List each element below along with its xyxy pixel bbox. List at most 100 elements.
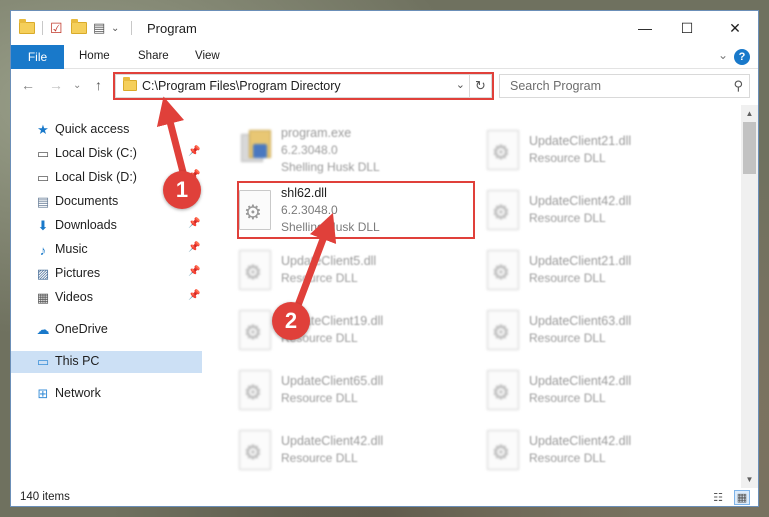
ribbon-tabs: File Home Share View ⌄ ? [11,45,758,69]
pin-icon[interactable]: 📌 [188,146,200,157]
file-name: UpdateClient42.dll [529,374,632,388]
sidebar-item-label: Quick access [55,122,130,136]
recent-locations-button[interactable]: ⌄ [73,80,81,91]
sidebar-item-quick-access[interactable]: ★ Quick access [11,119,202,141]
large-icons-view-icon[interactable]: ▦ [734,490,750,505]
new-folder-icon[interactable] [71,19,87,37]
pin-icon[interactable]: 📌 [188,290,200,301]
file-description: Resource DLL [281,271,358,285]
tab-file[interactable]: File [11,45,64,69]
callout-badge-1: 1 [163,171,201,209]
pictures-icon: ▨ [36,266,50,281]
file-description: Resource DLL [281,451,358,465]
pin-icon[interactable]: 📌 [188,242,200,253]
sidebar-item-label: Music [55,242,88,256]
onedrive-icon: ☁ [36,322,50,337]
scroll-down-icon[interactable]: ▼ [741,471,758,488]
maximize-button[interactable]: ☐ [664,11,710,45]
folder-icon [19,19,35,37]
sidebar-item-music[interactable]: ♪ Music 📌 [11,239,202,261]
properties-icon[interactable]: ☑ [50,19,63,37]
close-button[interactable]: ✕ [712,11,758,45]
vertical-scrollbar[interactable]: ▲ ▼ [741,105,758,488]
drive-icon: ▭ [36,170,50,185]
file-description: Shelling Husk DLL [281,160,380,174]
music-icon: ♪ [39,242,47,258]
file-item[interactable]: UpdateClient42.dll Resource DLL [468,361,703,419]
sidebar-item-label: Local Disk (D:) [55,170,137,184]
file-name: UpdateClient21.dll [529,254,632,268]
file-item[interactable]: UpdateClient42.dll Resource DLL [220,421,455,479]
file-item[interactable]: UpdateClient63.dll Resource DLL [468,301,703,359]
dll-file-icon [239,430,271,470]
videos-icon: ▦ [36,290,50,305]
sidebar-item-network[interactable]: ⊞ Network [11,383,202,405]
file-name: program.exe [281,126,352,140]
file-item[interactable]: UpdateClient19.dllResource DLL [220,301,455,359]
forward-button[interactable]: → [49,77,63,93]
scroll-thumb[interactable] [743,122,756,174]
callout-badge-2: 2 [272,302,310,340]
search-placeholder: Search Program [510,79,602,93]
dll-file-icon [487,190,519,230]
sidebar-item-label: Videos [55,290,93,304]
tab-view[interactable]: View [195,50,220,62]
sidebar-item-pictures[interactable]: ▨ Pictures 📌 [11,263,202,285]
dll-file-icon [487,130,519,170]
sidebar-item-onedrive[interactable]: ☁ OneDrive [11,319,202,341]
tab-home[interactable]: Home [79,50,110,62]
window-title: Program [147,21,197,36]
customize-dropdown-icon[interactable]: ⌄ [111,19,119,37]
minimize-button[interactable]: — [622,11,668,45]
up-button[interactable]: ↑ [95,77,102,93]
network-icon: ⊞ [37,386,49,401]
dll-file-icon [239,310,271,350]
sidebar-item-label: OneDrive [55,322,108,336]
dll-file-icon [239,370,271,410]
file-description: Resource DLL [529,391,606,405]
ribbon-expand-icon[interactable]: ⌄ [718,48,728,62]
file-name: UpdateClient42.dll [529,194,632,208]
navigation-bar: ← → ⌄ ↑ C:\Program Files\Program Directo… [11,69,758,105]
sidebar-item-label: This PC [55,354,100,368]
file-name: UpdateClient42.dll [529,434,632,448]
dll-file-icon [487,250,519,290]
tab-share[interactable]: Share [138,50,169,62]
status-bar: 140 items ☷ ▦ [11,488,758,506]
help-icon[interactable]: ? [734,49,750,65]
file-item[interactable]: UpdateClient21.dll Resource DLL [468,241,703,299]
dll-file-icon [239,250,271,290]
file-item[interactable]: UpdateClient42.dll Resource DLL [468,421,703,479]
navigation-pane: ★ Quick access ▭ Local Disk (C:) 📌 ▭ Local Dis… [11,105,202,488]
sidebar-item-videos[interactable]: ▦ Videos 📌 [11,287,202,309]
sidebar-item-this-pc[interactable]: ▭ This PC [11,351,202,373]
file-item[interactable]: UpdateClient65.dll Resource DLL [220,361,455,419]
file-item[interactable]: UpdateClient42.dll Resource DLL [468,181,703,239]
pin-icon[interactable]: 📌 [188,218,200,229]
sidebar-item-label: Pictures [55,266,101,280]
search-icon: ⚲ [733,78,743,93]
back-button[interactable]: ← [21,77,35,93]
search-input[interactable]: Search Program ⚲ [499,74,750,98]
file-version: 6.2.3048.0 [281,143,338,157]
file-description: Resource DLL [529,331,606,345]
details-view-icon[interactable]: ☷ [710,490,726,505]
sidebar-item-label: Downloads [55,218,117,232]
file-item[interactable]: program.exe 6.2.3048.0 Shelling Husk DLL [220,121,455,179]
sidebar-item-label: Documents [55,194,119,208]
pin-icon[interactable]: 📌 [188,266,200,277]
file-description: Resource DLL [529,211,606,225]
sidebar-item-downloads[interactable]: ⬇ Downloads 📌 [11,215,202,237]
customize-icon[interactable]: ▤ [93,19,105,37]
scroll-up-icon[interactable]: ▲ [741,105,758,122]
sidebar-item-label: Network [55,386,101,400]
file-name: UpdateClient42.dll [281,434,384,448]
file-explorer-window: ☑ ▤ ⌄ Program — ☐ ✕ File Home Share View… [10,10,759,507]
computer-icon: ▭ [36,354,50,369]
file-item[interactable]: UpdateClient5.dll Resource DLL [220,241,455,299]
dll-file-icon [487,310,519,350]
sidebar-item-local-disk-c[interactable]: ▭ Local Disk (C:) 📌 [11,143,202,165]
file-list: program.exe 6.2.3048.0 Shelling Husk DLL Up… [215,105,740,488]
program-icon [241,130,271,166]
file-item[interactable]: UpdateClient21.dll Resource DLL [468,121,703,179]
